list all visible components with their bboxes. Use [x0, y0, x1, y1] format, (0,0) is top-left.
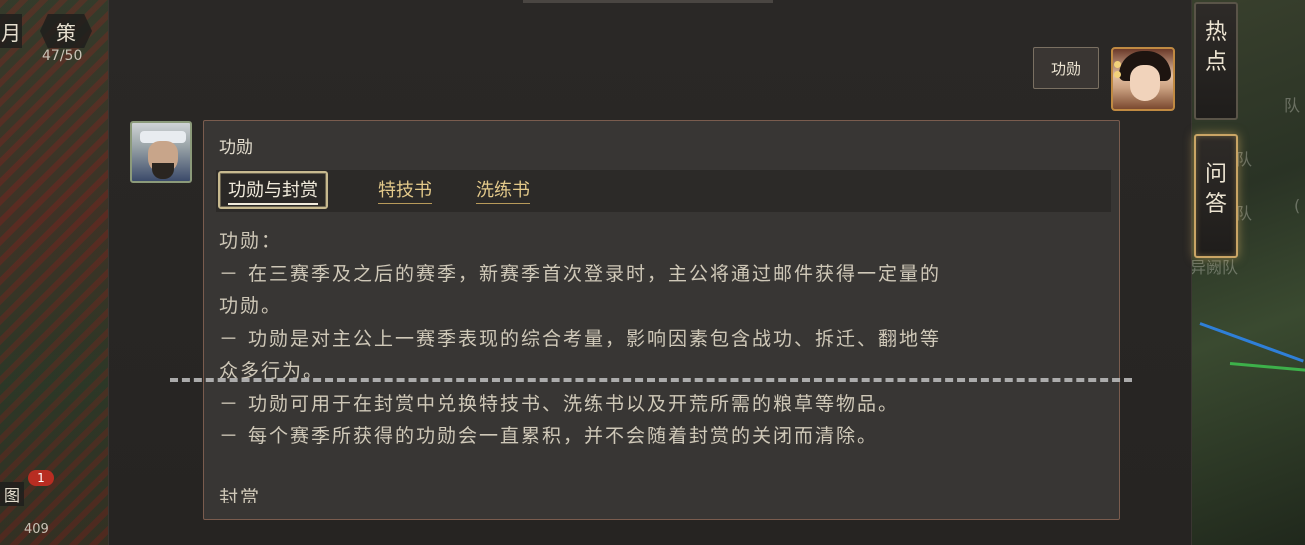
- content-line: － 功勋是对主公上一赛季表现的综合考量，影响因素包含战功、拆迁、翻地等: [219, 327, 942, 350]
- tab-hot-char: 热: [1204, 20, 1227, 45]
- avatar-face: [1130, 65, 1160, 101]
- map-background-left: [0, 0, 108, 545]
- tab-qa-char: 答: [1204, 192, 1227, 217]
- content-line: 功勋。: [219, 295, 283, 317]
- dashed-divider: [170, 378, 1132, 382]
- map-label: (: [1294, 196, 1301, 215]
- tab-qa[interactable]: 问 答: [1194, 134, 1238, 258]
- tab-skill-book[interactable]: 特技书: [376, 174, 434, 206]
- avatar-beard: [152, 163, 174, 179]
- strategy-button[interactable]: 策: [40, 14, 92, 48]
- panel-top-handle: [523, 0, 773, 3]
- map-label: 队: [1236, 204, 1253, 223]
- tab-refine-book[interactable]: 洗练书: [474, 174, 532, 206]
- strategy-points: 47/50: [42, 48, 83, 64]
- content-line: 众多行为。: [219, 360, 325, 382]
- player-question-bubble[interactable]: 功勋: [1033, 47, 1099, 89]
- tab-merit-reward[interactable]: 功勋与封赏: [218, 171, 328, 209]
- map-button[interactable]: 图: [0, 482, 24, 506]
- tab-hot-topics[interactable]: 热 点: [1194, 2, 1238, 120]
- tab-qa-char: 问: [1204, 162, 1227, 187]
- answer-content: 功勋： － 在三赛季及之后的赛季，新赛季首次登录时，主公将通过邮件获得一定量的 …: [219, 225, 1109, 453]
- content-line: － 功勋可用于在封赏中兑换特技书、洗练书以及开荒所需的粮草等物品。: [219, 392, 900, 415]
- dialog-tab-bar: 功勋与封赏 特技书 洗练书: [216, 170, 1111, 212]
- hair-ornament-icon: [1114, 61, 1121, 68]
- dialog-title: 功勋: [219, 138, 253, 158]
- resource-count: 409: [24, 522, 49, 537]
- tab-label: 洗练书: [476, 176, 530, 204]
- notification-badge: 1: [28, 470, 54, 486]
- hair-ornament-icon: [1114, 71, 1121, 78]
- tab-hot-char: 点: [1204, 50, 1227, 75]
- map-label: 队: [1236, 150, 1253, 169]
- month-button[interactable]: 月: [0, 14, 22, 48]
- player-avatar: [1111, 47, 1175, 111]
- next-section-heading: 封赏: [219, 487, 262, 503]
- content-line: － 在三赛季及之后的赛季，新赛季首次登录时，主公将通过邮件获得一定量的: [219, 262, 942, 285]
- content-line: 功勋：: [219, 230, 283, 252]
- map-label: 队: [1284, 96, 1301, 115]
- content-line: － 每个赛季所获得的功勋会一直累积，并不会随着封赏的关闭而清除。: [219, 425, 879, 447]
- march-route-line: [1229, 362, 1305, 372]
- tab-label: 特技书: [378, 176, 432, 204]
- march-route-line: [1199, 322, 1304, 363]
- answer-dialog: 功勋 功勋与封赏 特技书 洗练书 功勋： － 在三赛季及之后的赛季，新赛季首次登…: [203, 120, 1120, 520]
- advisor-avatar: [130, 121, 192, 183]
- tab-label: 功勋与封赏: [228, 176, 318, 205]
